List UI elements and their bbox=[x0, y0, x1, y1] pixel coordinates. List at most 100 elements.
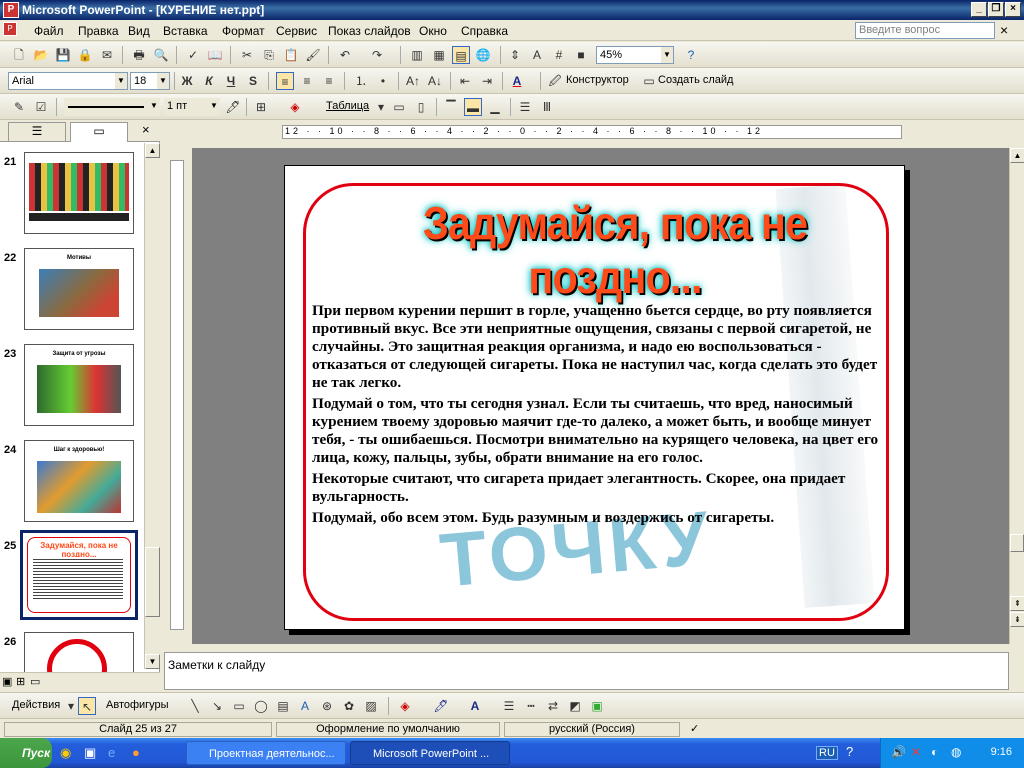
tab-outline[interactable]: ☰ bbox=[8, 122, 66, 141]
fill-color-icon[interactable]: ◈ bbox=[286, 98, 304, 116]
chevron-down-icon[interactable]: ▼ bbox=[115, 73, 127, 89]
increase-indent-icon[interactable]: ⇥ bbox=[478, 72, 496, 90]
slide-thumbnail-25[interactable]: Задумайся, пока не поздно... bbox=[20, 530, 138, 620]
tables-borders-icon[interactable]: ▤ bbox=[452, 46, 470, 64]
menu-insert[interactable]: Вставка bbox=[163, 24, 208, 38]
chevron-down-icon[interactable]: ▼ bbox=[208, 98, 220, 114]
slide-title[interactable]: Задумайся, пока не поздно... bbox=[372, 196, 858, 304]
quicklaunch-icon[interactable]: e bbox=[108, 745, 115, 760]
bold-button[interactable]: Ж bbox=[178, 72, 196, 90]
table-icon[interactable]: ▦ bbox=[430, 46, 448, 64]
menu-tools[interactable]: Сервис bbox=[276, 24, 317, 38]
email-icon[interactable]: ✉ bbox=[98, 46, 116, 64]
slide-sorter-icon[interactable]: ⊞ bbox=[16, 675, 25, 688]
undo-icon[interactable]: ↶ bbox=[336, 46, 354, 64]
slides-scrollbar[interactable]: ▲ ▼ bbox=[144, 143, 160, 669]
slide-thumbnail-23[interactable]: Защита от угрозы bbox=[24, 344, 134, 426]
zoom-select[interactable]: 45% ▼ bbox=[596, 46, 674, 64]
menu-view[interactable]: Вид bbox=[128, 24, 150, 38]
actions-menu-button[interactable]: Действия bbox=[12, 699, 60, 711]
firefox-icon[interactable]: ● bbox=[132, 745, 140, 760]
document-icon[interactable]: P bbox=[3, 22, 17, 36]
notes-pane[interactable]: Заметки к слайду bbox=[164, 652, 1009, 690]
restore-button[interactable]: ❐ bbox=[988, 2, 1004, 17]
tab-slides[interactable]: ▭ bbox=[70, 122, 128, 142]
scroll-up-button[interactable]: ▲ bbox=[145, 143, 160, 158]
shadow-button[interactable]: S bbox=[244, 72, 262, 90]
format-painter-icon[interactable]: 🖌 bbox=[304, 46, 322, 64]
line-color-icon[interactable]: 🖊 bbox=[432, 697, 450, 715]
dropdown-arrow-icon[interactable]: ▾ bbox=[372, 98, 390, 116]
rectangle-tool-icon[interactable]: ▭ bbox=[230, 697, 248, 715]
chart-icon[interactable]: ▥ bbox=[408, 46, 426, 64]
autoshapes-menu-button[interactable]: Автофигуры bbox=[106, 699, 169, 711]
shadow-style-icon[interactable]: ◩ bbox=[566, 697, 584, 715]
3d-style-icon[interactable]: ▣ bbox=[588, 697, 606, 715]
menu-edit[interactable]: Правка bbox=[78, 24, 119, 38]
show-formatting-icon[interactable]: A bbox=[528, 46, 546, 64]
font-size-select[interactable]: 18 ▼ bbox=[130, 72, 170, 90]
line-width-select[interactable]: 1 пт ▼ bbox=[164, 98, 220, 116]
new-file-icon[interactable]: 🗋 bbox=[10, 46, 28, 64]
distribute-columns-icon[interactable]: Ⅲ bbox=[538, 98, 556, 116]
menu-format[interactable]: Формат bbox=[222, 24, 265, 38]
slide-thumbnail-21[interactable] bbox=[24, 152, 134, 234]
research-icon[interactable]: 📖 bbox=[206, 46, 224, 64]
slide-thumbnail-24[interactable]: Шаг к здоровью! bbox=[24, 440, 134, 522]
spelling-icon[interactable]: ✓ bbox=[184, 46, 202, 64]
clipart-icon[interactable]: ✿ bbox=[340, 697, 358, 715]
quicklaunch-icon[interactable]: ▣ bbox=[84, 745, 96, 761]
align-center-icon[interactable]: ≡ bbox=[298, 72, 316, 90]
border-color-icon[interactable]: 🖊 bbox=[224, 98, 242, 116]
close-document-icon[interactable]: × bbox=[1000, 22, 1008, 38]
picture-icon[interactable]: ▨ bbox=[362, 697, 380, 715]
bullets-icon[interactable]: • bbox=[374, 72, 392, 90]
current-slide[interactable]: ТОЧКУ Задумайся, пока не поздно... При п… bbox=[284, 165, 905, 630]
wordart-icon[interactable]: A bbox=[296, 697, 314, 715]
slideshow-icon[interactable]: ▭ bbox=[30, 675, 40, 688]
powerpoint-app-icon[interactable]: P bbox=[3, 2, 19, 18]
split-cells-icon[interactable]: ▯ bbox=[412, 98, 430, 116]
scroll-thumb[interactable] bbox=[145, 547, 160, 617]
font-select[interactable]: Arial ▼ bbox=[8, 72, 128, 90]
normal-view-icon[interactable]: ▣ bbox=[2, 675, 12, 688]
network-icon[interactable]: ◐ bbox=[931, 745, 938, 759]
language-indicator[interactable]: RU bbox=[816, 746, 838, 760]
arrow-tool-icon[interactable]: ↘ bbox=[208, 697, 226, 715]
chevron-down-icon[interactable]: ▼ bbox=[661, 47, 673, 63]
grid-icon[interactable]: # bbox=[550, 46, 568, 64]
cut-icon[interactable]: ✂ bbox=[238, 46, 256, 64]
scroll-down-button[interactable]: ▼ bbox=[145, 654, 160, 669]
security-icon[interactable]: ◍ bbox=[951, 745, 961, 759]
increase-font-icon[interactable]: A↑ bbox=[404, 72, 422, 90]
start-button[interactable]: Пуск bbox=[0, 738, 52, 768]
help-icon[interactable]: ? bbox=[682, 46, 700, 64]
taskbar-item-word[interactable]: Проектная деятельнос... bbox=[186, 741, 346, 765]
volume-icon[interactable]: 🔊 bbox=[891, 745, 906, 759]
print-preview-icon[interactable]: 🔍 bbox=[152, 46, 170, 64]
designer-icon[interactable]: 🖉 bbox=[546, 72, 564, 90]
chevron-down-icon[interactable]: ▼ bbox=[157, 73, 169, 89]
arrow-style-icon[interactable]: ⇄ bbox=[544, 697, 562, 715]
align-left-icon[interactable]: ≡ bbox=[276, 72, 294, 90]
save-icon[interactable]: 💾 bbox=[54, 46, 72, 64]
diagram-icon[interactable]: ⊛ bbox=[318, 697, 336, 715]
help-icon[interactable]: ? bbox=[846, 744, 853, 759]
align-right-icon[interactable]: ≡ bbox=[320, 72, 338, 90]
copy-icon[interactable]: ⎘ bbox=[260, 46, 278, 64]
open-folder-icon[interactable]: 📂 bbox=[32, 46, 50, 64]
menu-help[interactable]: Справка bbox=[461, 24, 508, 38]
antivirus-icon[interactable]: ✕ bbox=[911, 745, 921, 759]
check-icon[interactable]: ☑ bbox=[32, 98, 50, 116]
align-top-icon[interactable]: ▔ bbox=[442, 98, 460, 116]
scroll-thumb[interactable] bbox=[1010, 534, 1024, 552]
table-menu-button[interactable]: Таблица bbox=[326, 100, 369, 112]
designer-button[interactable]: Конструктор bbox=[566, 74, 629, 86]
fill-color-icon[interactable]: ◈ bbox=[396, 697, 414, 715]
merge-cells-icon[interactable]: ▭ bbox=[390, 98, 408, 116]
line-style-select[interactable]: ▼ bbox=[64, 98, 160, 116]
slide-body-text[interactable]: При первом курении першит в горле, учаще… bbox=[312, 302, 882, 530]
line-style-icon[interactable]: ☰ bbox=[500, 697, 518, 715]
quicklaunch-icon[interactable]: ◉ bbox=[60, 745, 71, 761]
scroll-up-button[interactable]: ▲ bbox=[1010, 148, 1024, 163]
